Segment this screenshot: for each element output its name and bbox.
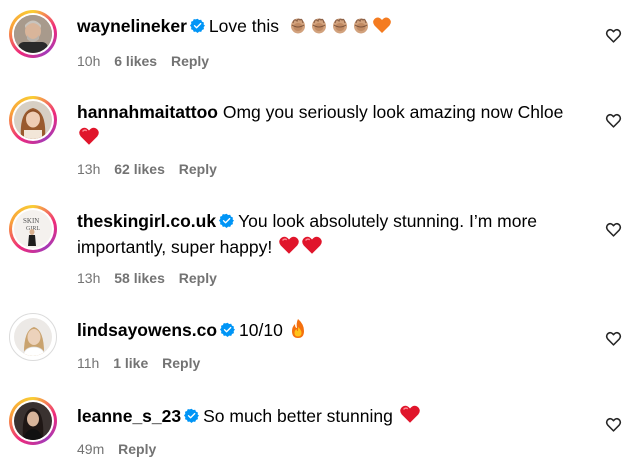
red-heart-emoji-icon [302,236,322,254]
comment-body: waynelineker Love this [77,14,594,39]
comment-likes[interactable]: 1 like [113,355,148,371]
avatar[interactable] [9,397,57,445]
clapping-hands-emoji-icon [311,18,326,34]
avatar[interactable]: SKIN GIRL [9,205,57,253]
heart-outline-icon[interactable] [605,27,622,44]
comment-text: 10/10 [239,320,283,340]
red-heart-emoji-icon [279,236,299,254]
comment-text: Love this [208,16,279,36]
verified-badge-icon [184,408,200,423]
clapping-hands-emoji-icon [332,18,347,34]
comment-text: Omg you seriously look amazing now Chloe [222,102,564,122]
heart-outline-icon[interactable] [605,112,622,129]
reply-button[interactable]: Reply [162,355,200,371]
verified-badge-icon [189,18,205,33]
comment-emojis [277,236,323,257]
fire-emoji-icon [291,319,304,338]
comment-meta: 11h 1 like Reply [77,354,210,372]
reply-button[interactable]: Reply [118,441,156,457]
avatar-photo: SKIN GIRL [14,210,52,248]
avatar-photo [14,402,52,440]
avatar-photo [14,101,52,139]
comment-emojis [398,405,421,426]
clapping-hands-emoji-icon [353,18,368,34]
comment-body: hannahmaitattoo Omg you seriously look a… [77,100,594,151]
comment-text: So much better stunning [203,406,393,426]
comment-meta: 10h 6 likes Reply [77,52,219,70]
comment-username[interactable]: hannahmaitattoo [77,102,218,122]
comment-emojis [288,319,307,340]
red-heart-emoji-icon [79,127,99,145]
verified-badge-icon [220,322,236,337]
heart-outline-icon[interactable] [605,221,622,238]
avatar[interactable] [9,313,57,361]
comment-time: 11h [77,355,100,371]
comment-body: lindsayowens.co 10/10 [77,318,594,343]
comment-meta: 13h 58 likes Reply [77,269,227,287]
comment-body: leanne_s_23 So much better stunning [77,403,594,429]
verified-badge-icon [219,213,235,228]
comment-emojis [287,16,392,36]
orange-heart-emoji-icon [372,17,391,33]
reply-button[interactable]: Reply [179,161,217,177]
comment-time: 10h [77,53,101,69]
comment-username[interactable]: lindsayowens.co [77,320,217,340]
comment-emojis [77,127,100,148]
heart-outline-icon[interactable] [605,416,622,433]
comment-meta: 49m Reply [77,440,166,458]
comment-username[interactable]: theskingirl.co.uk [77,211,216,231]
comment-likes[interactable]: 6 likes [114,53,157,69]
reply-button[interactable]: Reply [171,53,209,69]
clapping-hands-emoji-icon [290,18,305,34]
avatar-photo [14,15,52,53]
comment-likes[interactable]: 58 likes [114,270,165,286]
comment-body: theskingirl.co.uk You look absolutely stu… [77,209,594,260]
avatar-photo [14,318,52,356]
comment-username[interactable]: leanne_s_23 [77,406,181,426]
comment-time: 13h [77,270,101,286]
avatar-logo-text: SKIN [23,217,39,225]
comment-time: 49m [77,441,105,457]
avatar[interactable] [9,10,57,58]
heart-outline-icon[interactable] [605,330,622,347]
comment-likes[interactable]: 62 likes [114,161,165,177]
comment-username[interactable]: waynelineker [77,16,187,36]
avatar[interactable] [9,96,57,144]
comment-time: 13h [77,161,101,177]
comment-meta: 13h 62 likes Reply [77,160,227,178]
red-heart-emoji-icon [399,405,420,423]
reply-button[interactable]: Reply [179,270,217,286]
